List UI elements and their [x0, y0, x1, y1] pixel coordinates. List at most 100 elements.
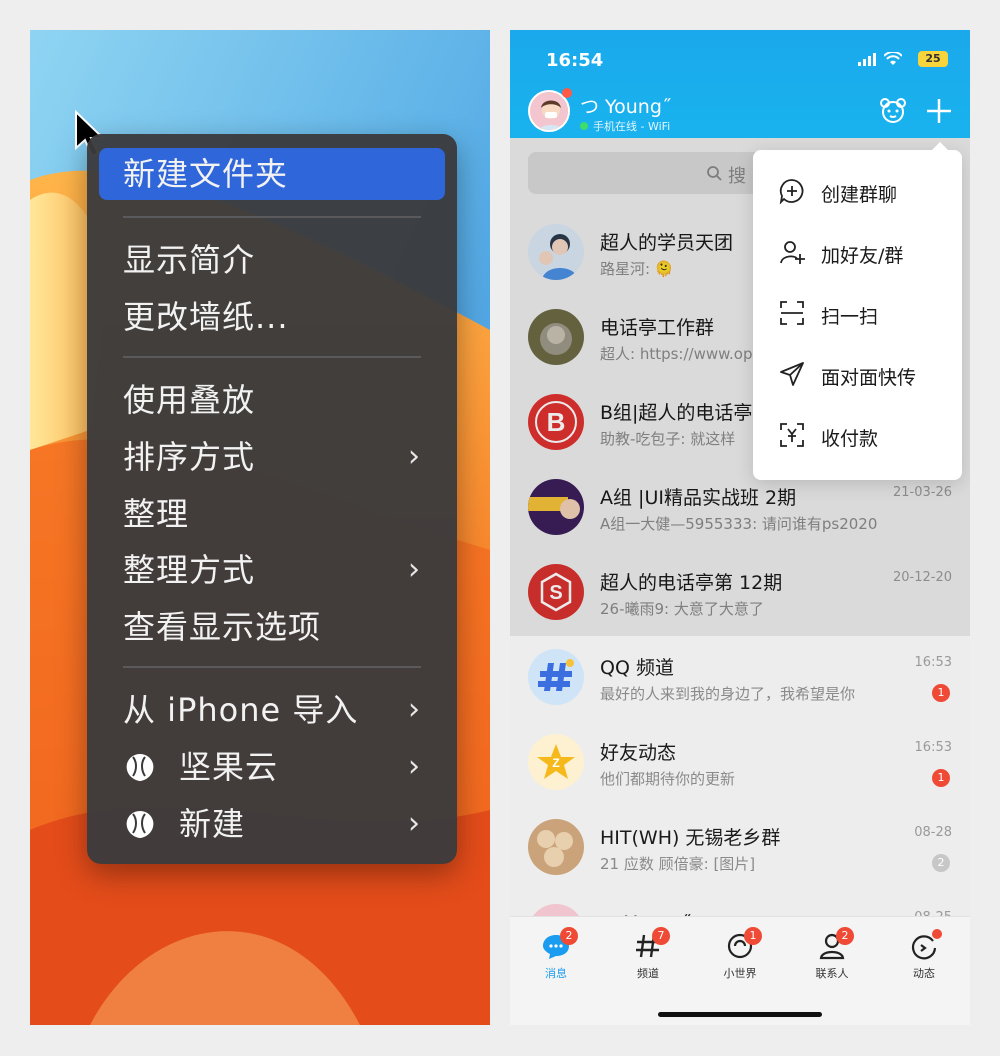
add-friend-icon: [780, 241, 805, 264]
menu-item-label: 创建群聊: [821, 184, 898, 206]
nut-icon: [126, 754, 154, 781]
chat-avatar: [528, 819, 584, 875]
chat-row[interactable]: Z 好友动态 他们都期待你的更新 16:53 1: [510, 720, 970, 805]
chat-preview: 超人: https://www.op: [600, 345, 753, 363]
chat-avatar: [528, 649, 584, 705]
tab-badge: 1: [744, 927, 762, 945]
svg-text:S: S: [549, 582, 562, 604]
menu-item-get-info[interactable]: 显示简介: [123, 234, 421, 286]
online-dot: [562, 88, 572, 98]
chat-preview: 助教-吃包子: 就这样: [600, 430, 736, 448]
chat-time: 20-12-20: [892, 570, 952, 585]
group-avatar-image: [528, 479, 584, 535]
chat-avatar: S: [528, 564, 584, 620]
chat-title: A组 |UI精品实战班 2期: [600, 487, 797, 509]
svg-text:B: B: [547, 407, 566, 437]
chat-row[interactable]: HIT(WH) 无锡老乡群 21 应数 顾偣豪: [图片] 08-28 2: [510, 805, 970, 890]
unread-badge: 2: [932, 854, 950, 872]
menu-item-clean-up-by[interactable]: 整理方式 ›: [123, 544, 421, 596]
scan-icon: [780, 301, 804, 325]
chat-time: 08-28: [914, 825, 952, 840]
chat-time: 16:53: [914, 740, 952, 755]
group-avatar-image: S: [528, 564, 584, 620]
chevron-right-icon: ›: [408, 749, 421, 784]
chat-preview: 他们都期待你的更新: [600, 770, 736, 788]
menu-separator: [123, 356, 421, 358]
wifi-icon: [884, 52, 902, 65]
chat-title: B组|超人的电话亭: [600, 402, 753, 424]
chat-row[interactable]: QQ 频道 最好的人来到我的身边了，我希望是你 16:53 1: [510, 635, 970, 720]
menu-item-clean-up[interactable]: 整理: [123, 488, 421, 540]
tab-small-world[interactable]: 1 小世界: [710, 927, 770, 991]
group-avatar-image: [528, 819, 584, 875]
avatar-image: [530, 92, 568, 130]
plus-icon[interactable]: [924, 96, 954, 126]
status-time: 16:54: [546, 50, 604, 71]
chat-preview: 路星河: 🫠: [600, 260, 674, 278]
chat-preview: A组一大健—5955333: 请问谁有ps2020: [600, 515, 878, 533]
tab-channel[interactable]: 7 频道: [618, 927, 678, 991]
chat-preview: 21 应数 顾偣豪: [图片]: [600, 855, 756, 873]
home-indicator[interactable]: [658, 1012, 822, 1017]
tab-badge: 2: [560, 927, 578, 945]
bear-icon[interactable]: [878, 96, 908, 126]
chevron-right-icon: ›: [408, 552, 421, 587]
chat-title: HIT(WH) 无锡老乡群: [600, 827, 781, 849]
group-avatar-image: [528, 309, 584, 365]
macos-desktop: 新建文件夹 显示简介 更改墙纸... 使用叠放 排序方式 › 整理 整理方式 › 查…: [30, 30, 490, 1025]
menu-item-label: 扫一扫: [821, 306, 879, 328]
chat-avatar: [528, 479, 584, 535]
chat-time: 21-03-26: [892, 485, 952, 500]
menu-item-scan[interactable]: 扫一扫: [753, 282, 962, 343]
profile-status-text: 手机在线 - WiFi: [593, 120, 671, 133]
menu-item-payment[interactable]: 收付款: [753, 404, 962, 465]
status-icons: 25: [858, 50, 948, 68]
menu-item-new[interactable]: 新建 ›: [123, 798, 421, 850]
online-status-icon: [580, 122, 588, 130]
tab-contacts[interactable]: 2 联系人: [802, 927, 862, 991]
unread-badge: 1: [932, 769, 950, 787]
chat-avatar: [528, 309, 584, 365]
bottom-tab-bar: 2 消息 7 频道 1 小世界 2 联系人 动态: [510, 916, 970, 1025]
menu-item-show-view-options[interactable]: 查看显示选项: [123, 601, 421, 653]
menu-item-create-group-chat[interactable]: 创建群聊: [753, 160, 962, 221]
menu-item-sort-by[interactable]: 排序方式 ›: [123, 431, 421, 483]
send-icon: [780, 362, 804, 386]
tab-feed[interactable]: 动态: [894, 929, 954, 991]
menu-separator: [123, 666, 421, 668]
chat-avatar: [528, 224, 584, 280]
qq-channel-icon: [528, 649, 584, 705]
chat-preview: 最好的人来到我的身边了，我希望是你: [600, 685, 856, 703]
payment-icon: [780, 423, 804, 447]
menu-item-change-wallpaper[interactable]: 更改墙纸...: [123, 291, 421, 343]
menu-item-label: 面对面快传: [821, 367, 917, 389]
chat-title: 超人的学员天团: [600, 232, 734, 254]
chat-avatar: Z: [528, 734, 584, 790]
qq-header: 16:54 25 つ Young˝ 手机在线 - WiFi: [510, 30, 970, 138]
chat-avatar: B: [528, 394, 584, 450]
chat-time: 16:53: [914, 655, 952, 670]
star-icon: Z: [528, 734, 584, 790]
menu-item-label: 加好友/群: [821, 245, 904, 267]
tab-label: 动态: [913, 967, 935, 980]
tab-label: 频道: [637, 967, 659, 980]
profile-name: つ Young˝: [580, 96, 672, 118]
menu-item-add-friend[interactable]: 加好友/群: [753, 221, 962, 282]
search-icon: [707, 166, 722, 181]
add-chat-icon: [779, 179, 804, 204]
group-avatar-image: B: [528, 394, 584, 450]
menu-item-use-stacks[interactable]: 使用叠放: [123, 374, 421, 426]
qq-phone-screen: 16:54 25 つ Young˝ 手机在线 - WiFi 搜 超人的学员天团 …: [510, 30, 970, 1025]
menu-item-import-from-iphone[interactable]: 从 iPhone 导入 ›: [123, 684, 421, 736]
menu-item-new-folder[interactable]: 新建文件夹: [99, 148, 445, 200]
context-menu: 新建文件夹 显示简介 更改墙纸... 使用叠放 排序方式 › 整理 整理方式 › 查…: [87, 134, 457, 864]
menu-item-jianguoyun[interactable]: 坚果云 ›: [123, 741, 421, 793]
tab-badge: 2: [836, 927, 854, 945]
unread-badge: 1: [932, 684, 950, 702]
tab-messages[interactable]: 2 消息: [526, 927, 586, 991]
menu-item-face-to-face-transfer[interactable]: 面对面快传: [753, 343, 962, 404]
chevron-right-icon: ›: [408, 439, 421, 474]
chat-row[interactable]: S 超人的电话亭第 12期 26-曦雨9: 大意了大意了 20-12-20: [510, 550, 970, 635]
tab-label: 消息: [545, 967, 567, 980]
tab-dot: [932, 929, 942, 939]
